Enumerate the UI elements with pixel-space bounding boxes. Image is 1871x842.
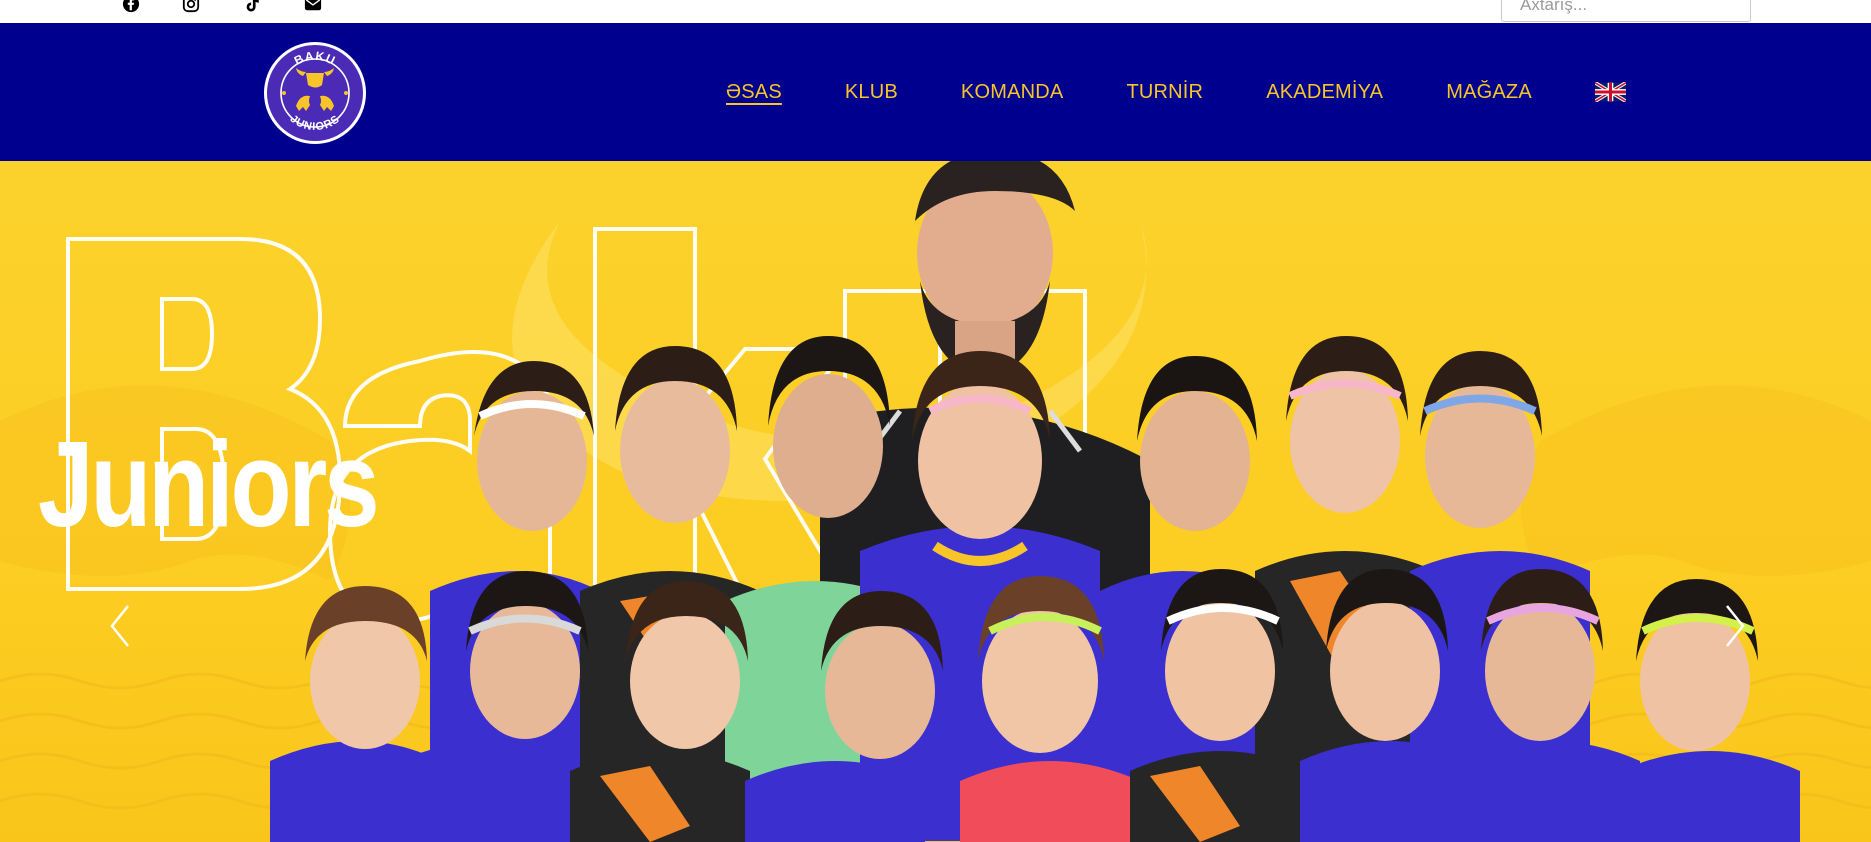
chevron-left-icon[interactable]: [100, 596, 140, 656]
baku-juniors-logo[interactable]: BAKU JUNIORS: [262, 40, 368, 146]
uk-flag-icon[interactable]: [1594, 82, 1626, 102]
main-nav: ƏSAS KLUB KOMANDA TURNİR AKADEMİYA MAĞAZ…: [726, 23, 1626, 161]
nav-item-magaza[interactable]: MAĞAZA: [1446, 81, 1532, 104]
site-header: BAKU JUNIORS ƏSAS KLUB KOMANDA TURNİR AK…: [0, 23, 1871, 161]
nav-item-akademiya[interactable]: AKADEMİYA: [1266, 81, 1383, 104]
nav-item-turnir[interactable]: TURNİR: [1126, 81, 1203, 104]
hero-slider: Juniors: [0, 161, 1871, 842]
tiktok-icon[interactable]: [242, 0, 262, 14]
facebook-icon[interactable]: [121, 0, 141, 14]
nav-item-komanda[interactable]: KOMANDA: [961, 81, 1064, 104]
email-icon[interactable]: [303, 0, 323, 14]
search-input[interactable]: [1501, 0, 1751, 22]
chevron-right-icon[interactable]: [1715, 596, 1755, 656]
instagram-icon[interactable]: [181, 0, 201, 14]
top-bar: [0, 0, 1871, 23]
nav-item-esas[interactable]: ƏSAS: [726, 81, 782, 104]
nav-item-klub[interactable]: KLUB: [845, 81, 898, 104]
hero-juniors-text: Juniors: [38, 416, 380, 552]
